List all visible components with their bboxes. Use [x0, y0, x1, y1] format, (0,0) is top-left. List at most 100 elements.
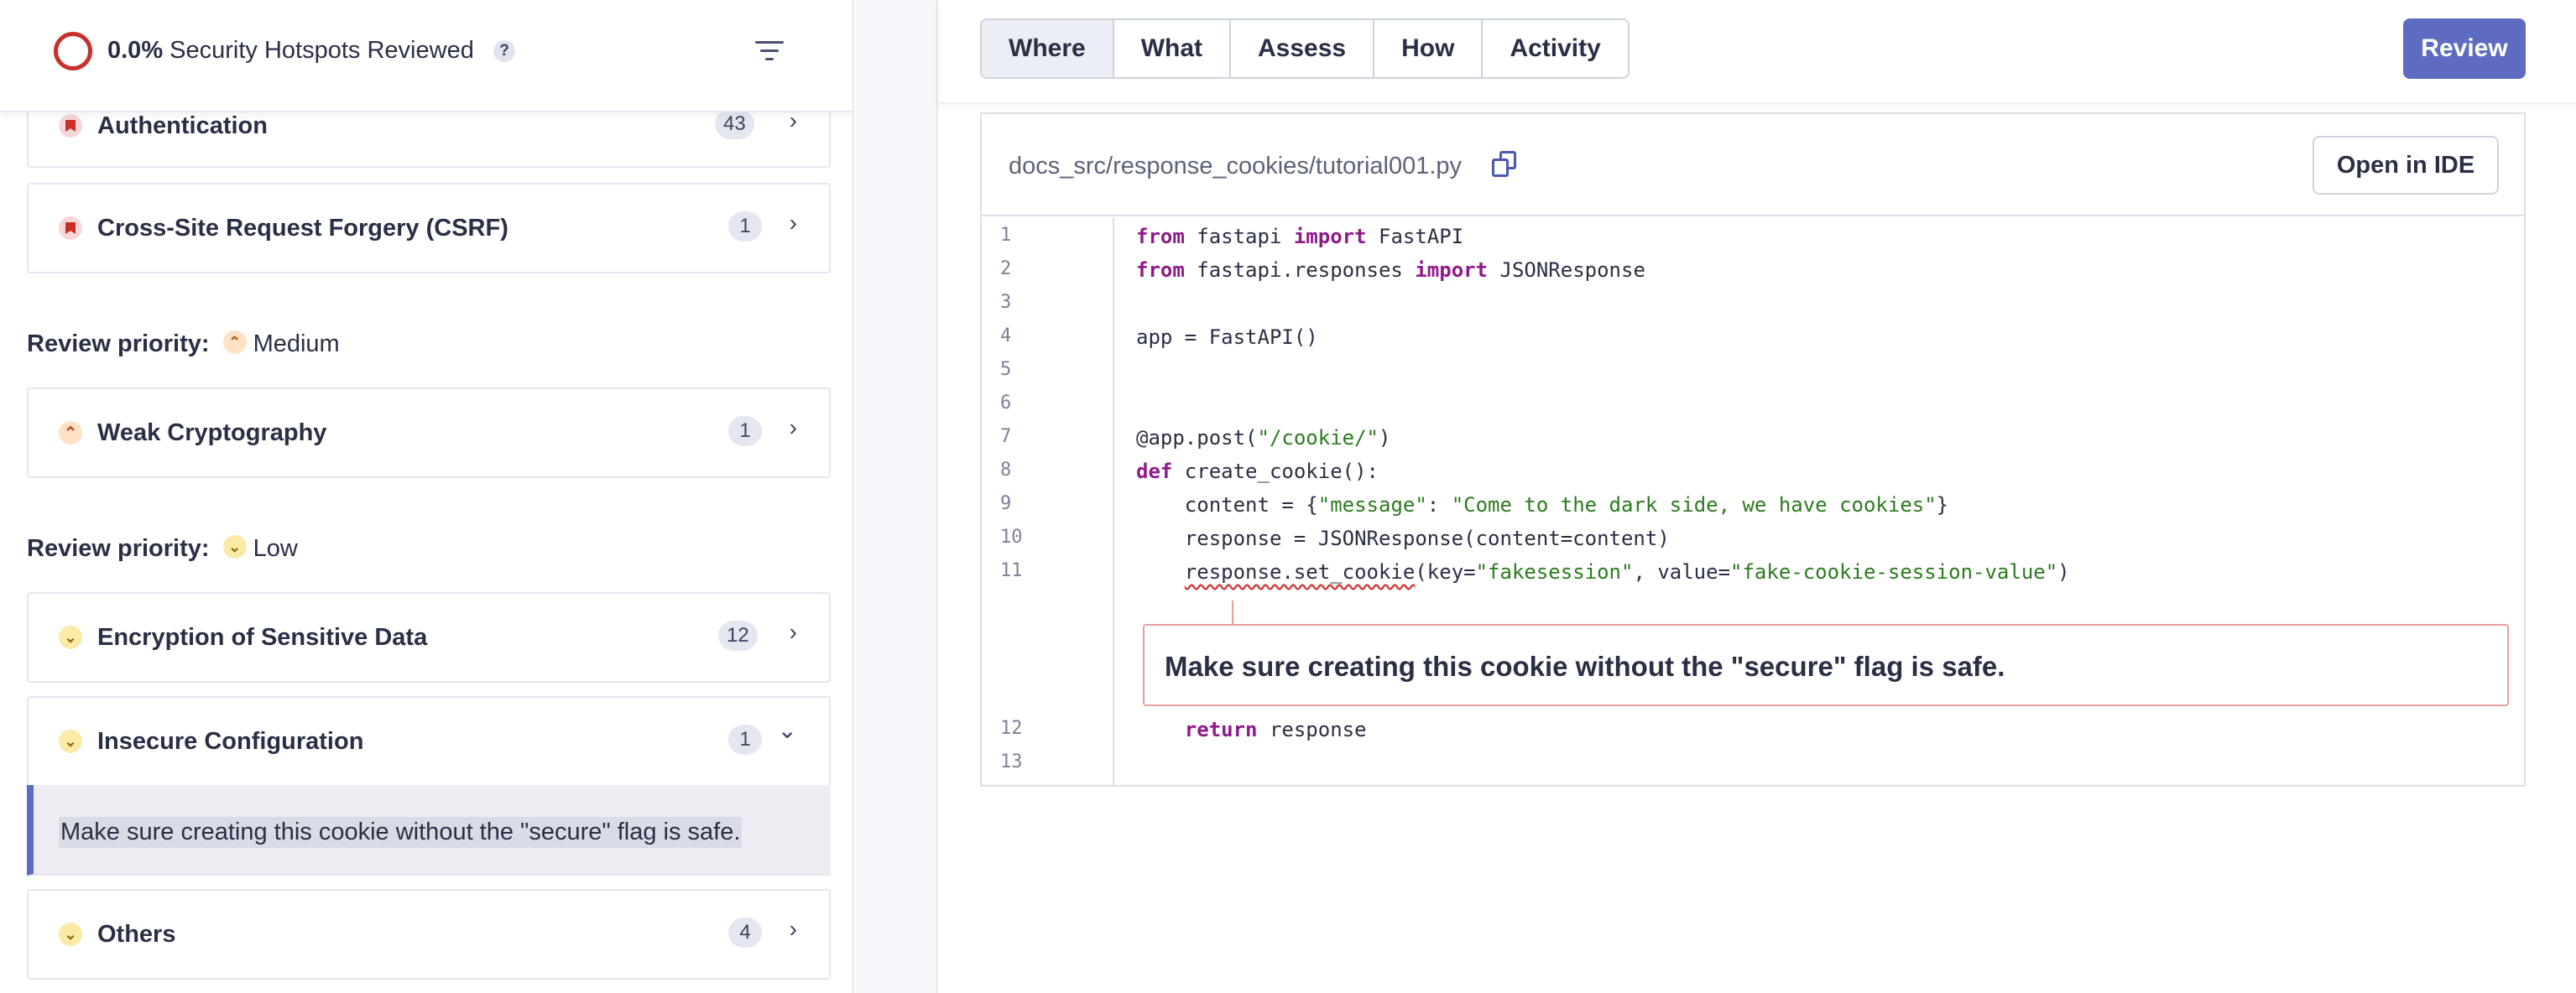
hotspot-count-badge: 43 — [715, 109, 754, 139]
code-text: content = {"message": "Come to the dark … — [1136, 493, 1949, 517]
copy-icon[interactable] — [1492, 151, 1520, 179]
priority-medium-icon: ⌃ — [59, 421, 82, 445]
tab-what[interactable]: What — [1113, 20, 1232, 77]
review-button[interactable]: Review — [2403, 18, 2526, 79]
code-line: 7 @app.post("/cookie/") — [982, 419, 2524, 453]
line-number: 7 — [1000, 426, 1012, 447]
detail-header: Where What Assess How Activity Review — [938, 0, 2576, 104]
chevron-right-icon: › — [789, 619, 797, 645]
code-text: app = FastAPI() — [1136, 325, 1318, 349]
review-title: Security Hotspots Reviewed — [169, 37, 474, 64]
line-number: 6 — [1000, 393, 1012, 413]
issue-message: Make sure creating this cookie without t… — [1165, 651, 2005, 682]
chevron-down-icon: ⌄ — [777, 717, 797, 743]
line-number: 3 — [1000, 292, 1012, 313]
code-line: 13 — [982, 745, 2524, 778]
priority-label: Review priority: — [27, 535, 210, 562]
file-path: docs_src/response_cookies/tutorial001.py — [1009, 153, 1463, 179]
code-text: from fastapi import FastAPI — [1136, 225, 1464, 248]
priority-medium-icon: ⌃ — [222, 330, 247, 355]
priority-low-icon: ⌄ — [59, 923, 82, 946]
priority-high-icon — [59, 114, 82, 138]
review-priority-medium: Review priority: ⌃ Medium — [27, 330, 340, 358]
code-text: response = JSONResponse(content=content) — [1136, 527, 1670, 550]
category-header[interactable]: ⌄ Insecure Configuration 1 ⌄ — [29, 698, 829, 785]
line-number: 10 — [1000, 527, 1023, 548]
file-bar: docs_src/response_cookies/tutorial001.py… — [982, 114, 2524, 216]
tab-how[interactable]: How — [1374, 20, 1484, 77]
code-text: @app.post("/cookie/") — [1136, 426, 1391, 450]
line-number: 11 — [1000, 560, 1023, 581]
priority-high-icon — [59, 216, 82, 240]
code-line: 3 — [982, 285, 2524, 319]
category-header[interactable]: ⌃ Weak Cryptography 1 › — [29, 389, 829, 476]
category-header[interactable]: Cross-Site Request Forgery (CSRF) 1 › — [29, 185, 829, 272]
review-percent: 0.0% — [107, 37, 164, 64]
filter-icon[interactable] — [755, 40, 784, 62]
category-name: Others — [97, 921, 176, 948]
chevron-right-icon: › — [789, 414, 797, 440]
code-line: 10 response = JSONResponse(content=conte… — [982, 520, 2524, 554]
tab-assess[interactable]: Assess — [1231, 20, 1375, 77]
line-number: 9 — [1000, 493, 1012, 514]
help-icon[interactable]: ? — [493, 40, 515, 62]
category-weak-cryptography[interactable]: ⌃ Weak Cryptography 1 › — [27, 387, 831, 478]
category-name: Encryption of Sensitive Data — [97, 624, 428, 651]
category-csrf[interactable]: Cross-Site Request Forgery (CSRF) 1 › — [27, 183, 831, 273]
line-number: 2 — [1000, 258, 1012, 279]
hotspot-count-badge: 1 — [728, 211, 762, 242]
category-name: Insecure Configuration — [97, 728, 364, 755]
code-line: 11 response.set_cookie(key="fakesession"… — [982, 554, 2524, 587]
code-line: 2 from fastapi.responses import JSONRespo… — [982, 252, 2524, 285]
priority-low-icon: ⌄ — [222, 535, 247, 559]
priority-low-icon: ⌄ — [59, 626, 82, 649]
issue-location-box: Make sure creating this cookie without t… — [1143, 624, 2509, 706]
priority-value: Medium — [253, 330, 340, 357]
code-text: def create_cookie(): — [1136, 460, 1379, 483]
review-priority-low: Review priority: ⌄ Low — [27, 535, 298, 563]
hotspot-count-badge: 1 — [728, 725, 762, 755]
selected-hotspot-item[interactable]: Make sure creating this cookie without t… — [27, 785, 831, 876]
code-text: response.set_cookie(key="fakesession", v… — [1184, 560, 2070, 584]
code-line: 8 def create_cookie(): — [982, 453, 2524, 486]
code-text: return response — [1184, 718, 1367, 741]
hotspot-count-badge: 12 — [718, 621, 758, 651]
line-number: 4 — [1000, 325, 1012, 346]
category-name: Weak Cryptography — [97, 419, 327, 446]
code-line: 5 — [982, 352, 2524, 386]
hotspot-message: Make sure creating this cookie without t… — [59, 817, 743, 848]
category-others[interactable]: ⌄ Others 4 › — [27, 889, 831, 980]
code-line: 4 app = FastAPI() — [982, 319, 2524, 352]
priority-low-icon: ⌄ — [59, 730, 82, 753]
code-line: 6 — [982, 386, 2524, 419]
review-progress-title: 0.0% Security Hotspots Reviewed — [107, 37, 474, 65]
code-viewer: docs_src/response_cookies/tutorial001.py… — [980, 112, 2526, 787]
code-text: from fastapi.responses import JSONRespon… — [1136, 258, 1645, 282]
hotspot-count-badge: 1 — [728, 416, 762, 446]
tab-where[interactable]: Where — [982, 20, 1114, 77]
line-number: 12 — [1000, 718, 1023, 739]
code-line: 9 content = {"message": "Come to the dar… — [982, 486, 2524, 520]
sidebar-header: 0.0% Security Hotspots Reviewed ? — [0, 0, 853, 112]
line-number: 8 — [1000, 460, 1012, 481]
line-number: 1 — [1000, 225, 1012, 246]
line-number: 13 — [1000, 751, 1023, 772]
issue-pointer — [1232, 600, 1233, 624]
priority-label: Review priority: — [27, 330, 210, 357]
category-header[interactable]: ⌄ Encryption of Sensitive Data 12 › — [29, 594, 829, 681]
category-encryption-sensitive-data[interactable]: ⌄ Encryption of Sensitive Data 12 › — [27, 592, 831, 683]
progress-ring-icon — [54, 32, 92, 70]
category-header[interactable]: ⌄ Others 4 › — [29, 891, 829, 978]
line-number: 5 — [1000, 359, 1012, 380]
panel-divider — [856, 0, 938, 993]
code-area: 1 from fastapi import FastAPI 2 from fastap… — [982, 218, 2524, 785]
hotspot-detail-panel: Where What Assess How Activity Review do… — [938, 0, 2576, 993]
chevron-right-icon: › — [789, 916, 797, 942]
hotspot-count-badge: 4 — [728, 918, 762, 948]
category-name: Authentication — [97, 112, 268, 139]
priority-value: Low — [253, 535, 298, 562]
code-line: 12 return response — [982, 711, 2524, 745]
open-in-ide-button[interactable]: Open in IDE — [2313, 136, 2499, 195]
hotspots-sidebar: Authentication 43 › 0.0% Security Hotspo… — [0, 0, 854, 993]
tab-activity[interactable]: Activity — [1483, 20, 1628, 77]
